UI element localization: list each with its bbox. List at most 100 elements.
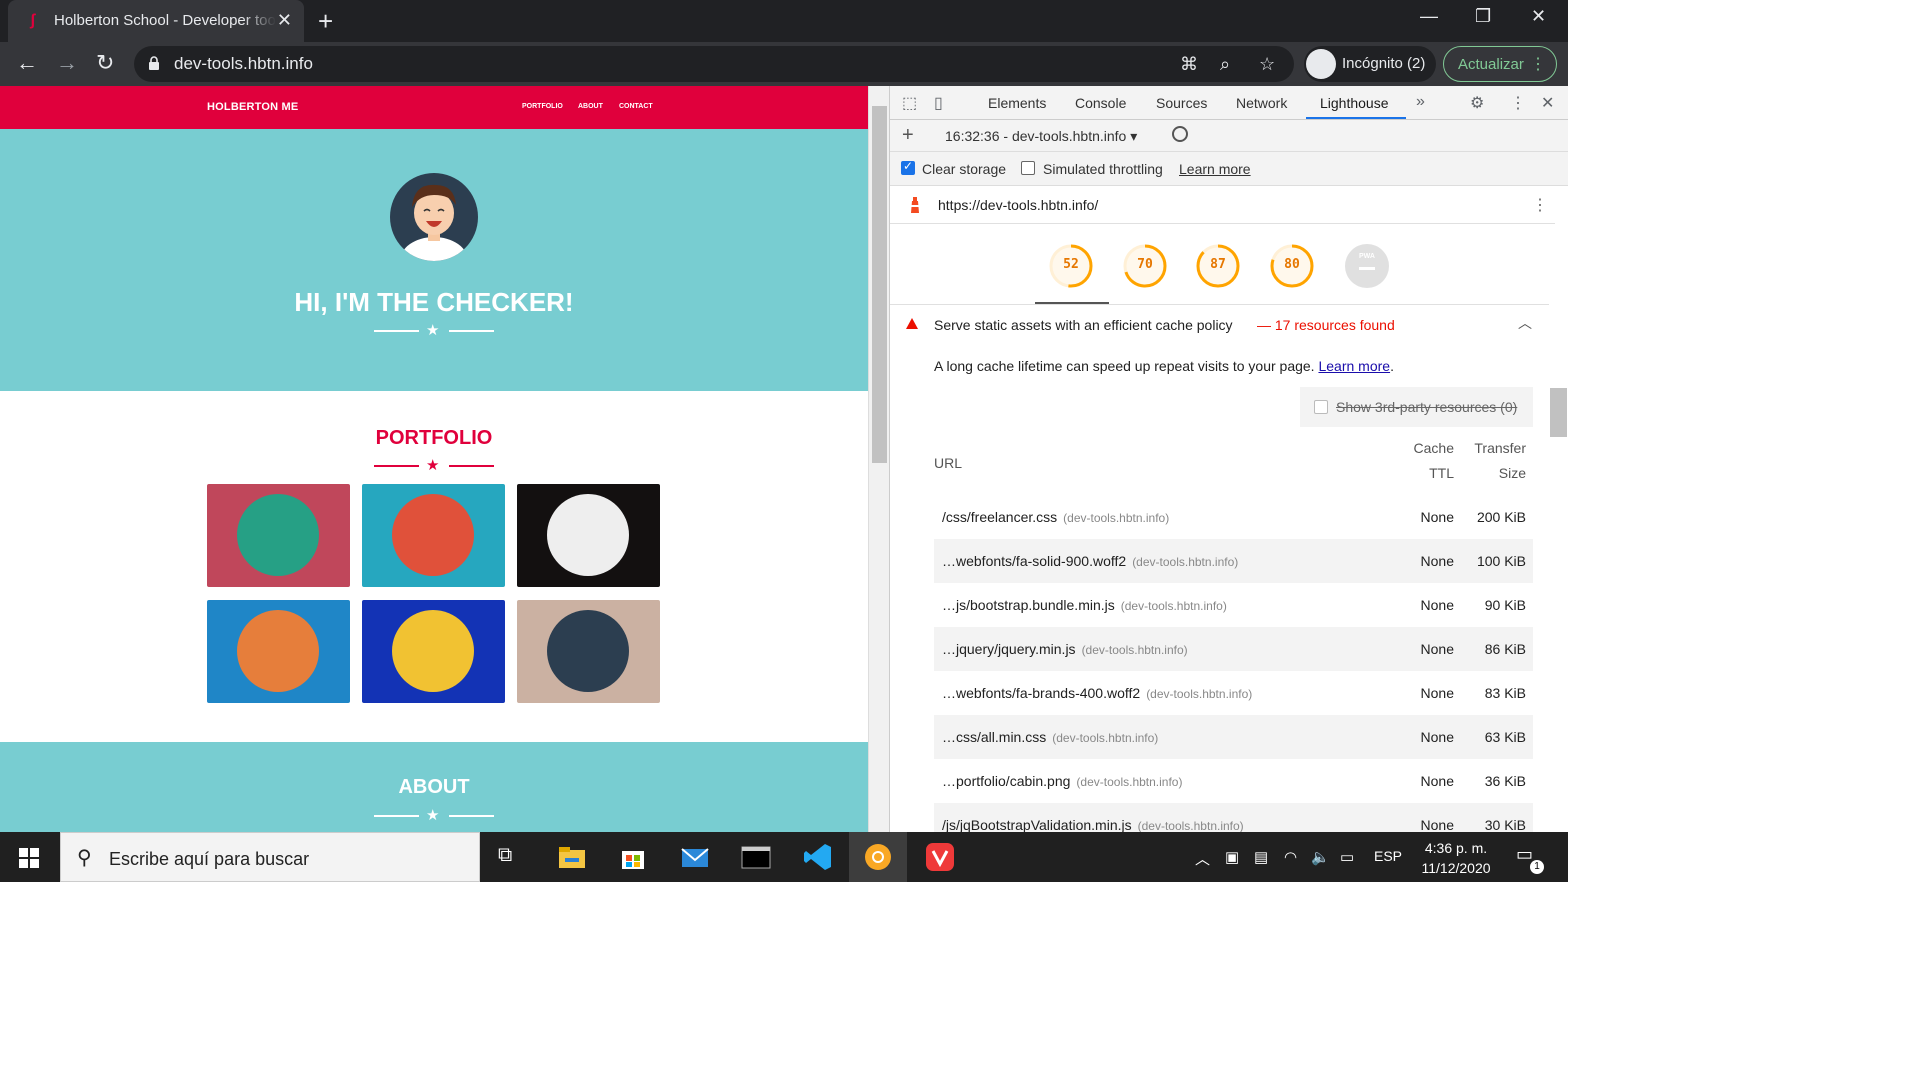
learn-more-link[interactable]: Learn more: [1179, 161, 1251, 177]
cache-ttl: None: [1420, 597, 1454, 613]
score-value: 80: [1284, 257, 1300, 272]
resource-url[interactable]: …webfonts/fa-brands-400.woff2 (dev-tools.…: [942, 685, 1252, 701]
volume-icon[interactable]: 🔈: [1311, 848, 1330, 866]
score-gauge[interactable]: 80: [1269, 243, 1315, 289]
vivaldi-icon[interactable]: [925, 842, 955, 872]
nav-link-contact[interactable]: CONTACT: [619, 103, 653, 110]
close-devtools-icon[interactable]: ✕: [1541, 93, 1554, 113]
taskbar-clock[interactable]: 4:36 p. m. 11/12/2020: [1414, 838, 1498, 878]
browser-title-bar: ʃ Holberton School - Developer tools ✕ +…: [0, 0, 1568, 42]
new-report-icon[interactable]: +: [902, 124, 914, 147]
safe-icon: [392, 610, 474, 692]
forward-icon[interactable]: →: [56, 50, 78, 76]
address-bar[interactable]: dev-tools.hbtn.info ⌘ ⌕ ☆: [134, 46, 1294, 82]
portfolio-tile[interactable]: [207, 484, 350, 587]
windows-start-icon[interactable]: [19, 848, 39, 868]
portfolio-tile[interactable]: [207, 600, 350, 703]
hero-section: HI, I'M THE CHECKER! ★: [0, 129, 868, 391]
mail-icon[interactable]: [680, 842, 710, 872]
settings-gear-icon[interactable]: ⚙: [1470, 93, 1484, 113]
device-toolbar-icon[interactable]: ▯: [934, 93, 943, 113]
resource-url[interactable]: …jquery/jquery.min.js (dev-tools.hbtn.inf…: [942, 641, 1188, 657]
translate-icon[interactable]: ⌘: [1180, 54, 1198, 75]
tab-lighthouse[interactable]: Lighthouse: [1320, 95, 1389, 111]
star-icon: ★: [426, 322, 440, 339]
more-tabs-icon[interactable]: »: [1416, 93, 1425, 111]
portfolio-tile[interactable]: [517, 484, 660, 587]
tray-power-icon[interactable]: ▤: [1254, 848, 1268, 866]
resource-url[interactable]: …portfolio/cabin.png (dev-tools.hbtn.info…: [942, 773, 1182, 789]
pwa-label: PWA: [1359, 253, 1375, 260]
tab-elements[interactable]: Elements: [988, 95, 1046, 111]
portfolio-tile[interactable]: [517, 600, 660, 703]
language-indicator[interactable]: ESP: [1374, 848, 1402, 864]
close-window-icon[interactable]: ✕: [1531, 6, 1546, 27]
battery-icon[interactable]: ▭: [1340, 848, 1354, 866]
taskbar-search[interactable]: ⚲ Escribe aquí para buscar: [60, 832, 480, 882]
tab-network[interactable]: Network: [1236, 95, 1287, 111]
windows-taskbar: ⚲ Escribe aquí para buscar ⧉ ︿ ▣ ▤ ◠ 🔈 ▭…: [0, 832, 1568, 882]
chevron-up-icon[interactable]: ︿: [1518, 313, 1532, 333]
site-brand[interactable]: HOLBERTON ME: [207, 101, 298, 113]
portfolio-tile[interactable]: [362, 600, 505, 703]
resource-host: (dev-tools.hbtn.info): [1120, 599, 1227, 613]
nav-link-about[interactable]: ABOUT: [578, 103, 603, 110]
terminal-icon[interactable]: [741, 842, 771, 872]
clear-reports-icon[interactable]: [1172, 126, 1188, 142]
report-selector[interactable]: 16:32:36 - dev-tools.hbtn.info ▾: [945, 128, 1137, 145]
resource-url[interactable]: …webfonts/fa-solid-900.woff2 (dev-tools.h…: [942, 553, 1238, 569]
third-party-checkbox[interactable]: [1314, 400, 1328, 414]
task-view-icon[interactable]: ⧉: [498, 844, 512, 867]
resource-url[interactable]: …css/all.min.css (dev-tools.hbtn.info): [942, 729, 1158, 745]
table-row: …js/bootstrap.bundle.min.js (dev-tools.hb…: [934, 583, 1533, 627]
page-scrollbar-thumb[interactable]: [872, 106, 887, 463]
score-value: 87: [1210, 257, 1226, 272]
tab-console[interactable]: Console: [1075, 95, 1126, 111]
pwa-badge[interactable]: PWA: [1344, 243, 1390, 289]
tray-expand-icon[interactable]: ︿: [1195, 848, 1210, 869]
incognito-button[interactable]: Incógnito (2): [1304, 46, 1436, 82]
new-tab-icon[interactable]: +: [318, 6, 333, 37]
update-button[interactable]: Actualizar ⋮: [1443, 46, 1557, 82]
col-header-cache: Cache: [1413, 440, 1454, 456]
minimize-icon[interactable]: —: [1420, 6, 1438, 27]
tab-sources[interactable]: Sources: [1156, 95, 1207, 111]
page-scrollbar[interactable]: [868, 86, 889, 832]
vscode-icon[interactable]: [803, 842, 833, 872]
clear-storage-checkbox[interactable]: [901, 159, 915, 175]
wifi-icon[interactable]: ◠: [1284, 848, 1297, 866]
resource-url[interactable]: /js/jqBootstrapValidation.min.js (dev-too…: [942, 817, 1244, 832]
restore-icon[interactable]: ❐: [1475, 6, 1491, 27]
file-explorer-icon[interactable]: [557, 842, 587, 872]
report-menu-icon[interactable]: ⋮: [1532, 195, 1548, 215]
resource-url[interactable]: /css/freelancer.css (dev-tools.hbtn.info): [942, 509, 1169, 525]
devtools-menu-icon[interactable]: ⋮: [1510, 93, 1526, 113]
resource-url[interactable]: …js/bootstrap.bundle.min.js (dev-tools.hb…: [942, 597, 1227, 613]
audited-url-row: https://dev-tools.hbtn.info/ ⋮: [890, 186, 1555, 224]
nav-link-portfolio[interactable]: PORTFOLIO: [522, 103, 563, 110]
audit-title[interactable]: Serve static assets with an efficient ca…: [934, 317, 1233, 333]
score-gauge[interactable]: 52: [1048, 243, 1094, 289]
browser-tab[interactable]: ʃ Holberton School - Developer tools ✕: [8, 0, 304, 42]
tray-device-icon[interactable]: ▣: [1225, 848, 1239, 866]
portfolio-tile[interactable]: [362, 484, 505, 587]
inspect-element-icon[interactable]: ⬚: [902, 93, 917, 113]
audit-learn-more-link[interactable]: Learn more: [1318, 358, 1390, 374]
score-gauge[interactable]: 87: [1195, 243, 1241, 289]
resource-host: (dev-tools.hbtn.info): [1063, 511, 1170, 525]
score-gauge[interactable]: 70: [1122, 243, 1168, 289]
devtools-scrollbar[interactable]: [1549, 224, 1568, 832]
store-icon[interactable]: [618, 842, 648, 872]
devtools-scrollbar-thumb[interactable]: [1550, 388, 1567, 437]
about-section: ABOUT ★: [0, 742, 868, 832]
chrome-icon[interactable]: [863, 842, 893, 872]
close-tab-icon[interactable]: ✕: [277, 10, 292, 31]
zoom-icon[interactable]: ⌕: [1220, 54, 1230, 75]
back-icon[interactable]: ←: [16, 50, 38, 76]
audited-url: https://dev-tools.hbtn.info/: [938, 197, 1099, 213]
bookmark-star-icon[interactable]: ☆: [1259, 54, 1275, 75]
reload-icon[interactable]: ↻: [96, 50, 114, 76]
resource-host: (dev-tools.hbtn.info): [1137, 819, 1244, 832]
table-row: …webfonts/fa-brands-400.woff2 (dev-tools.…: [934, 671, 1533, 715]
throttling-checkbox[interactable]: [1021, 161, 1035, 175]
